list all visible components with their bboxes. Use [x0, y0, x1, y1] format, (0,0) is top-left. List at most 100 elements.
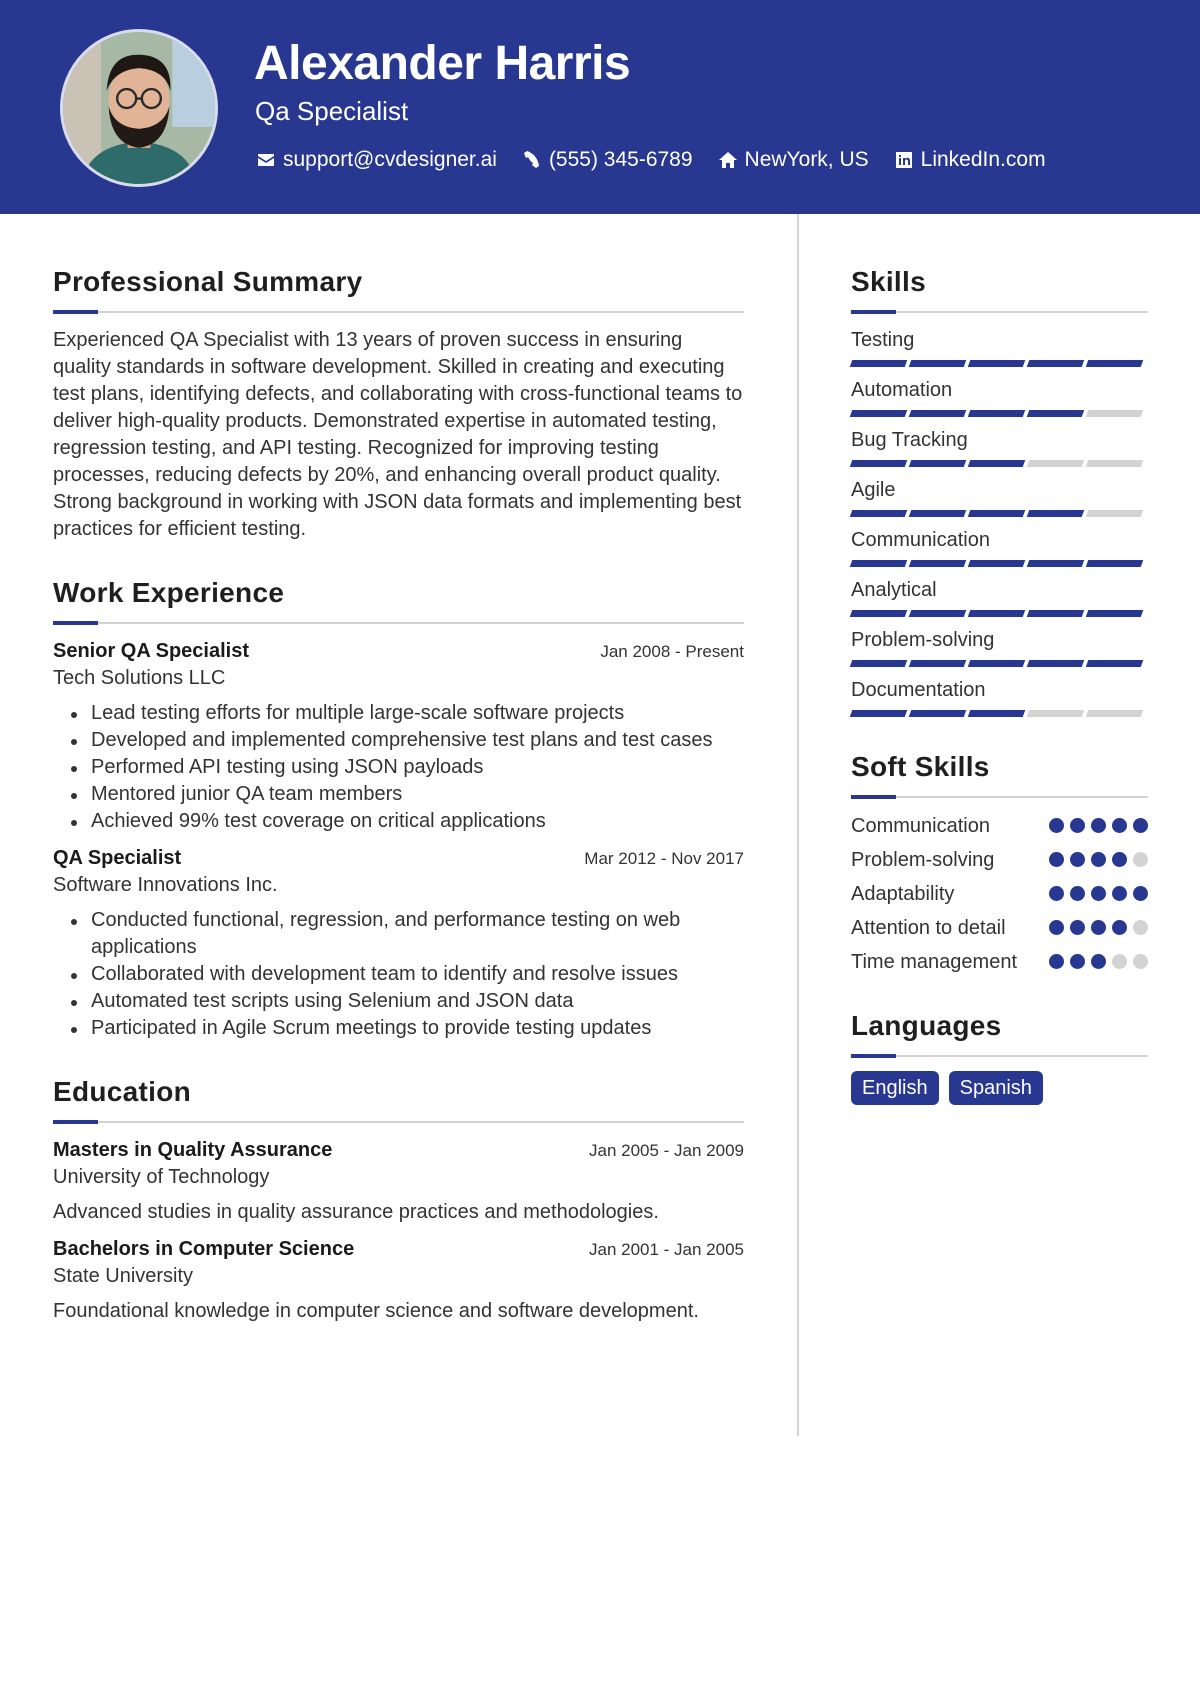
section-rule — [53, 310, 744, 314]
skill-segment-empty — [1085, 710, 1144, 717]
skill-name: Automation — [851, 379, 953, 401]
skill-level-bar — [849, 510, 1148, 517]
job-bullet: Performed API testing using JSON payload… — [67, 754, 744, 781]
phone-icon — [521, 149, 543, 171]
skill-segment-filled — [1085, 560, 1144, 567]
soft-skills-section: Soft Skills Communication Problem-solving… — [851, 747, 1148, 976]
soft-skill-name: Adaptability — [851, 883, 955, 905]
rating-dot-filled — [1112, 920, 1127, 935]
rating-dot-filled — [1112, 818, 1127, 833]
rating-dot-filled — [1091, 886, 1106, 901]
rating-dot-filled — [1091, 818, 1106, 833]
skill-segment-filled — [967, 610, 1026, 617]
section-rule — [851, 1054, 1148, 1058]
skill-item: Communication — [849, 527, 1148, 567]
rating-dot-filled — [1049, 852, 1064, 867]
section-rule — [851, 310, 1148, 314]
skill-name: Bug Tracking — [851, 429, 968, 451]
skill-segment-filled — [908, 560, 967, 567]
job-title: QA Specialist — [53, 847, 182, 869]
job-company: Software Innovations Inc. — [53, 874, 278, 896]
languages-list: English Spanish — [851, 1071, 1148, 1105]
skill-segment-filled — [849, 460, 908, 467]
experience-section: Work Experience Senior QA Specialist Jan… — [53, 573, 744, 1042]
job-bullet: Lead testing efforts for multiple large-… — [67, 700, 744, 727]
skill-segment-filled — [1026, 610, 1085, 617]
soft-skills-list: Communication Problem-solving Adaptability… — [851, 812, 1148, 976]
skill-segment-empty — [1026, 710, 1085, 717]
language-tag: English — [851, 1071, 939, 1105]
contact-phone[interactable]: (555) 345-6789 — [521, 146, 693, 174]
candidate-title: Qa Specialist — [255, 96, 409, 126]
section-title: Soft Skills — [851, 751, 990, 782]
rating-dot-filled — [1133, 818, 1148, 833]
skill-item: Bug Tracking — [849, 427, 1148, 467]
sidebar-column: Skills Testing Automation Bug Tracking Agil… — [849, 262, 1148, 1135]
email-text: support@cvdesigner.ai — [283, 148, 497, 171]
rating-dot-filled — [1049, 920, 1064, 935]
skill-segment-filled — [1026, 510, 1085, 517]
rating-dot-empty — [1133, 954, 1148, 969]
skill-segment-filled — [1026, 360, 1085, 367]
soft-skill-rating — [1043, 954, 1148, 969]
soft-skill-item: Communication — [851, 812, 1148, 840]
rating-dot-filled — [1070, 954, 1085, 969]
skill-segment-filled — [967, 710, 1026, 717]
rating-dot-filled — [1091, 852, 1106, 867]
soft-skill-rating — [1043, 852, 1148, 867]
skill-item: Automation — [849, 377, 1148, 417]
skill-segment-filled — [967, 460, 1026, 467]
summary-section: Professional Summary Experienced QA Spec… — [53, 262, 744, 543]
rating-dot-filled — [1070, 852, 1085, 867]
contact-email[interactable]: support@cvdesigner.ai — [255, 146, 497, 174]
job-bullets: Lead testing efforts for multiple large-… — [67, 700, 744, 835]
section-title: Education — [53, 1076, 192, 1107]
skill-name: Agile — [851, 479, 896, 501]
section-rule — [851, 795, 1148, 799]
rating-dot-filled — [1091, 920, 1106, 935]
skill-level-bar — [849, 410, 1148, 417]
column-divider — [797, 214, 799, 1436]
skill-segment-filled — [849, 710, 908, 717]
rating-dot-filled — [1049, 818, 1064, 833]
summary-text: Experienced QA Specialist with 13 years … — [53, 329, 743, 540]
skill-segment-filled — [1026, 410, 1085, 417]
rating-dot-filled — [1133, 886, 1148, 901]
rating-dot-filled — [1049, 954, 1064, 969]
home-icon — [717, 149, 739, 171]
skill-segment-empty — [1085, 410, 1144, 417]
skill-segment-filled — [908, 660, 967, 667]
skill-segment-filled — [967, 660, 1026, 667]
skill-item: Testing — [849, 327, 1148, 367]
job-bullet: Participated in Agile Scrum meetings to … — [67, 1015, 744, 1042]
skill-segment-empty — [1085, 460, 1144, 467]
job-bullet: Conducted functional, regression, and pe… — [67, 907, 744, 961]
skill-segment-filled — [908, 710, 967, 717]
education-entry: Masters in Quality Assurance Jan 2005 - … — [53, 1137, 744, 1226]
job-title: Senior QA Specialist — [53, 640, 249, 662]
job-date: Mar 2012 - Nov 2017 — [584, 849, 744, 868]
soft-skill-name: Time management — [851, 951, 1017, 973]
skill-segment-filled — [1085, 360, 1144, 367]
soft-skill-rating — [1043, 818, 1148, 833]
contact-location: NewYork, US — [717, 146, 869, 174]
contact-linkedin[interactable]: LinkedIn.com — [893, 146, 1046, 174]
skill-level-bar — [849, 660, 1148, 667]
rating-dot-filled — [1112, 852, 1127, 867]
section-rule — [53, 621, 744, 625]
skill-segment-filled — [849, 610, 908, 617]
school-name: University of Technology — [53, 1166, 270, 1188]
resume-header: Alexander Harris Qa Specialist support@c… — [0, 0, 1200, 214]
skill-segment-filled — [849, 410, 908, 417]
skill-segment-filled — [908, 510, 967, 517]
education-description: Foundational knowledge in computer scien… — [53, 1300, 699, 1322]
skills-section: Skills Testing Automation Bug Tracking Agil… — [849, 262, 1148, 717]
skill-name: Testing — [851, 329, 915, 351]
section-title: Work Experience — [53, 577, 285, 608]
skill-level-bar — [849, 460, 1148, 467]
rating-dot-empty — [1133, 920, 1148, 935]
skill-item: Analytical — [849, 577, 1148, 617]
skill-segment-filled — [908, 610, 967, 617]
rating-dot-empty — [1112, 954, 1127, 969]
skill-segment-filled — [1085, 610, 1144, 617]
